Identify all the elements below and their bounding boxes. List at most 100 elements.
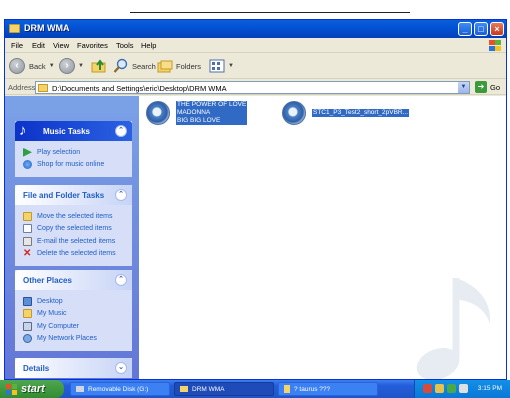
- tray-icon[interactable]: [423, 384, 432, 393]
- back-arrow-icon: ‹: [9, 58, 25, 74]
- place-network[interactable]: My Network Places: [23, 333, 132, 346]
- other-places-title: Other Places: [23, 276, 72, 285]
- computer-icon: [23, 321, 32, 331]
- chevron-down-icon: ▼: [78, 63, 84, 69]
- place-desktop[interactable]: Desktop: [23, 295, 132, 308]
- windows-logo-icon: [488, 39, 502, 52]
- delete-icon: ✕: [23, 248, 32, 260]
- address-label: Address: [8, 83, 36, 92]
- standard-toolbar: ‹ Back ▼ › ▼ Search Folders ▼: [5, 53, 506, 79]
- menu-bar: File Edit View Favorites Tools Help: [5, 38, 506, 53]
- music-note-icon: ♪: [19, 122, 27, 139]
- maximize-button[interactable]: □: [474, 22, 488, 36]
- file-folder-tasks-header[interactable]: File and Folder Tasks ⌃: [15, 185, 132, 205]
- chevron-down-icon: ▼: [48, 63, 55, 69]
- menu-edit[interactable]: Edit: [32, 41, 45, 50]
- folders-icon: [157, 60, 173, 73]
- forward-arrow-icon: ›: [59, 58, 75, 74]
- other-places-panel: Other Places ⌃ Desktop My Music My Compu…: [15, 270, 132, 351]
- tray-icon[interactable]: [459, 384, 468, 393]
- folder-icon: [9, 24, 20, 33]
- details-panel: Details ⌄: [15, 358, 132, 378]
- music-tasks-title: Music Tasks: [43, 127, 90, 136]
- menu-favorites[interactable]: Favorites: [77, 41, 108, 50]
- screen: DRM WMA _ □ × File Edit View Favorites T…: [0, 0, 510, 398]
- back-button[interactable]: ‹ Back ▼: [9, 57, 55, 75]
- task-copy-items[interactable]: Copy the selected items: [23, 223, 132, 236]
- tray-icon[interactable]: [447, 384, 456, 393]
- menu-tools[interactable]: Tools: [116, 41, 134, 50]
- folder-icon: [180, 386, 188, 392]
- collapse-chevron-icon[interactable]: ⌃: [115, 189, 127, 201]
- search-button[interactable]: Search: [113, 57, 156, 75]
- email-icon: [23, 236, 32, 246]
- task-shop-music[interactable]: Shop for music online: [23, 159, 132, 172]
- address-dropdown-button[interactable]: ▼: [458, 82, 469, 93]
- menu-help[interactable]: Help: [141, 41, 156, 50]
- address-value: D:\Documents and Settings\eric\Desktop\D…: [52, 84, 227, 93]
- forward-button[interactable]: › ▼: [59, 57, 84, 75]
- task-play-selection[interactable]: Play selection: [23, 146, 132, 159]
- place-my-computer[interactable]: My Computer: [23, 320, 132, 333]
- taskbar: start Removable Disk (G:) DRM WMA ? taur…: [0, 380, 510, 398]
- back-label: Back: [29, 61, 46, 71]
- collapse-chevron-icon[interactable]: ⌃: [115, 125, 127, 137]
- taskbar-item-taurus[interactable]: ? taurus ???: [278, 382, 378, 396]
- network-icon: [23, 334, 32, 344]
- other-places-header[interactable]: Other Places ⌃: [15, 270, 132, 290]
- go-arrow-icon: ➔: [475, 81, 487, 93]
- play-icon: [23, 147, 32, 157]
- file-list-area[interactable]: THE POWER OF LOVE MADONNA BIG BIG LOVE S…: [139, 96, 506, 379]
- window-title: DRM WMA: [24, 23, 70, 33]
- clock: 3:15 PM: [477, 385, 502, 392]
- file-item-power-of-love[interactable]: THE POWER OF LOVE MADONNA BIG BIG LOVE: [146, 101, 266, 131]
- file-item-stc1-test[interactable]: STC1_P3_Test2_short_2pVBR...: [282, 101, 432, 129]
- chevron-down-icon: ▼: [228, 63, 234, 69]
- explorer-window: DRM WMA _ □ × File Edit View Favorites T…: [4, 19, 507, 380]
- taskbar-item-removable-disk[interactable]: Removable Disk (G:): [70, 382, 170, 396]
- system-tray: 3:15 PM: [414, 380, 510, 398]
- details-title: Details: [23, 364, 50, 373]
- wma-file-icon: [282, 101, 306, 125]
- menu-view[interactable]: View: [53, 41, 69, 50]
- globe-icon: [23, 160, 32, 170]
- views-icon: [209, 59, 225, 73]
- windows-logo-icon: [6, 383, 18, 395]
- up-folder-button[interactable]: [91, 57, 107, 75]
- start-label: start: [21, 383, 45, 395]
- file-folder-tasks-panel: File and Folder Tasks ⌃ Move the selecte…: [15, 185, 132, 266]
- address-input[interactable]: D:\Documents and Settings\eric\Desktop\D…: [35, 81, 470, 94]
- file-name: THE POWER OF LOVE MADONNA BIG BIG LOVE: [176, 101, 248, 125]
- music-tasks-header[interactable]: ♪ Music Tasks ⌃: [15, 121, 132, 141]
- expand-chevron-icon[interactable]: ⌄: [115, 362, 127, 374]
- top-divider-line: [130, 12, 410, 13]
- menu-file[interactable]: File: [11, 41, 23, 50]
- music-note-watermark-icon: [416, 278, 491, 379]
- folder-icon: [23, 309, 32, 319]
- tray-icon[interactable]: [435, 384, 444, 393]
- go-label: Go: [490, 82, 501, 92]
- music-tasks-panel: ♪ Music Tasks ⌃ Play selection Shop for …: [15, 121, 132, 177]
- copy-icon: [23, 224, 32, 234]
- go-button[interactable]: ➔ Go: [475, 81, 500, 93]
- minimize-button[interactable]: _: [458, 22, 472, 36]
- place-my-music[interactable]: My Music: [23, 308, 132, 321]
- search-icon: [113, 58, 128, 73]
- file-name: STC1_P3_Test2_short_2pVBR...: [312, 109, 410, 117]
- task-email-items[interactable]: E-mail the selected items: [23, 235, 132, 248]
- task-pane: ♪ Music Tasks ⌃ Play selection Shop for …: [5, 96, 139, 379]
- close-button[interactable]: ×: [490, 22, 504, 36]
- views-button[interactable]: ▼: [209, 57, 234, 75]
- title-bar[interactable]: DRM WMA _ □ ×: [5, 20, 506, 38]
- search-label: Search: [132, 61, 156, 71]
- wma-file-icon: [146, 101, 170, 125]
- details-header[interactable]: Details ⌄: [15, 358, 132, 378]
- task-delete-items[interactable]: ✕ Delete the selected items: [23, 248, 132, 261]
- task-move-items[interactable]: Move the selected items: [23, 210, 132, 223]
- file-folder-tasks-title: File and Folder Tasks: [23, 191, 105, 200]
- folders-label: Folders: [176, 61, 202, 71]
- taskbar-item-drm-wma[interactable]: DRM WMA: [174, 382, 274, 396]
- collapse-chevron-icon[interactable]: ⌃: [115, 274, 127, 286]
- start-button[interactable]: start: [0, 380, 64, 398]
- folders-button[interactable]: Folders: [157, 57, 201, 75]
